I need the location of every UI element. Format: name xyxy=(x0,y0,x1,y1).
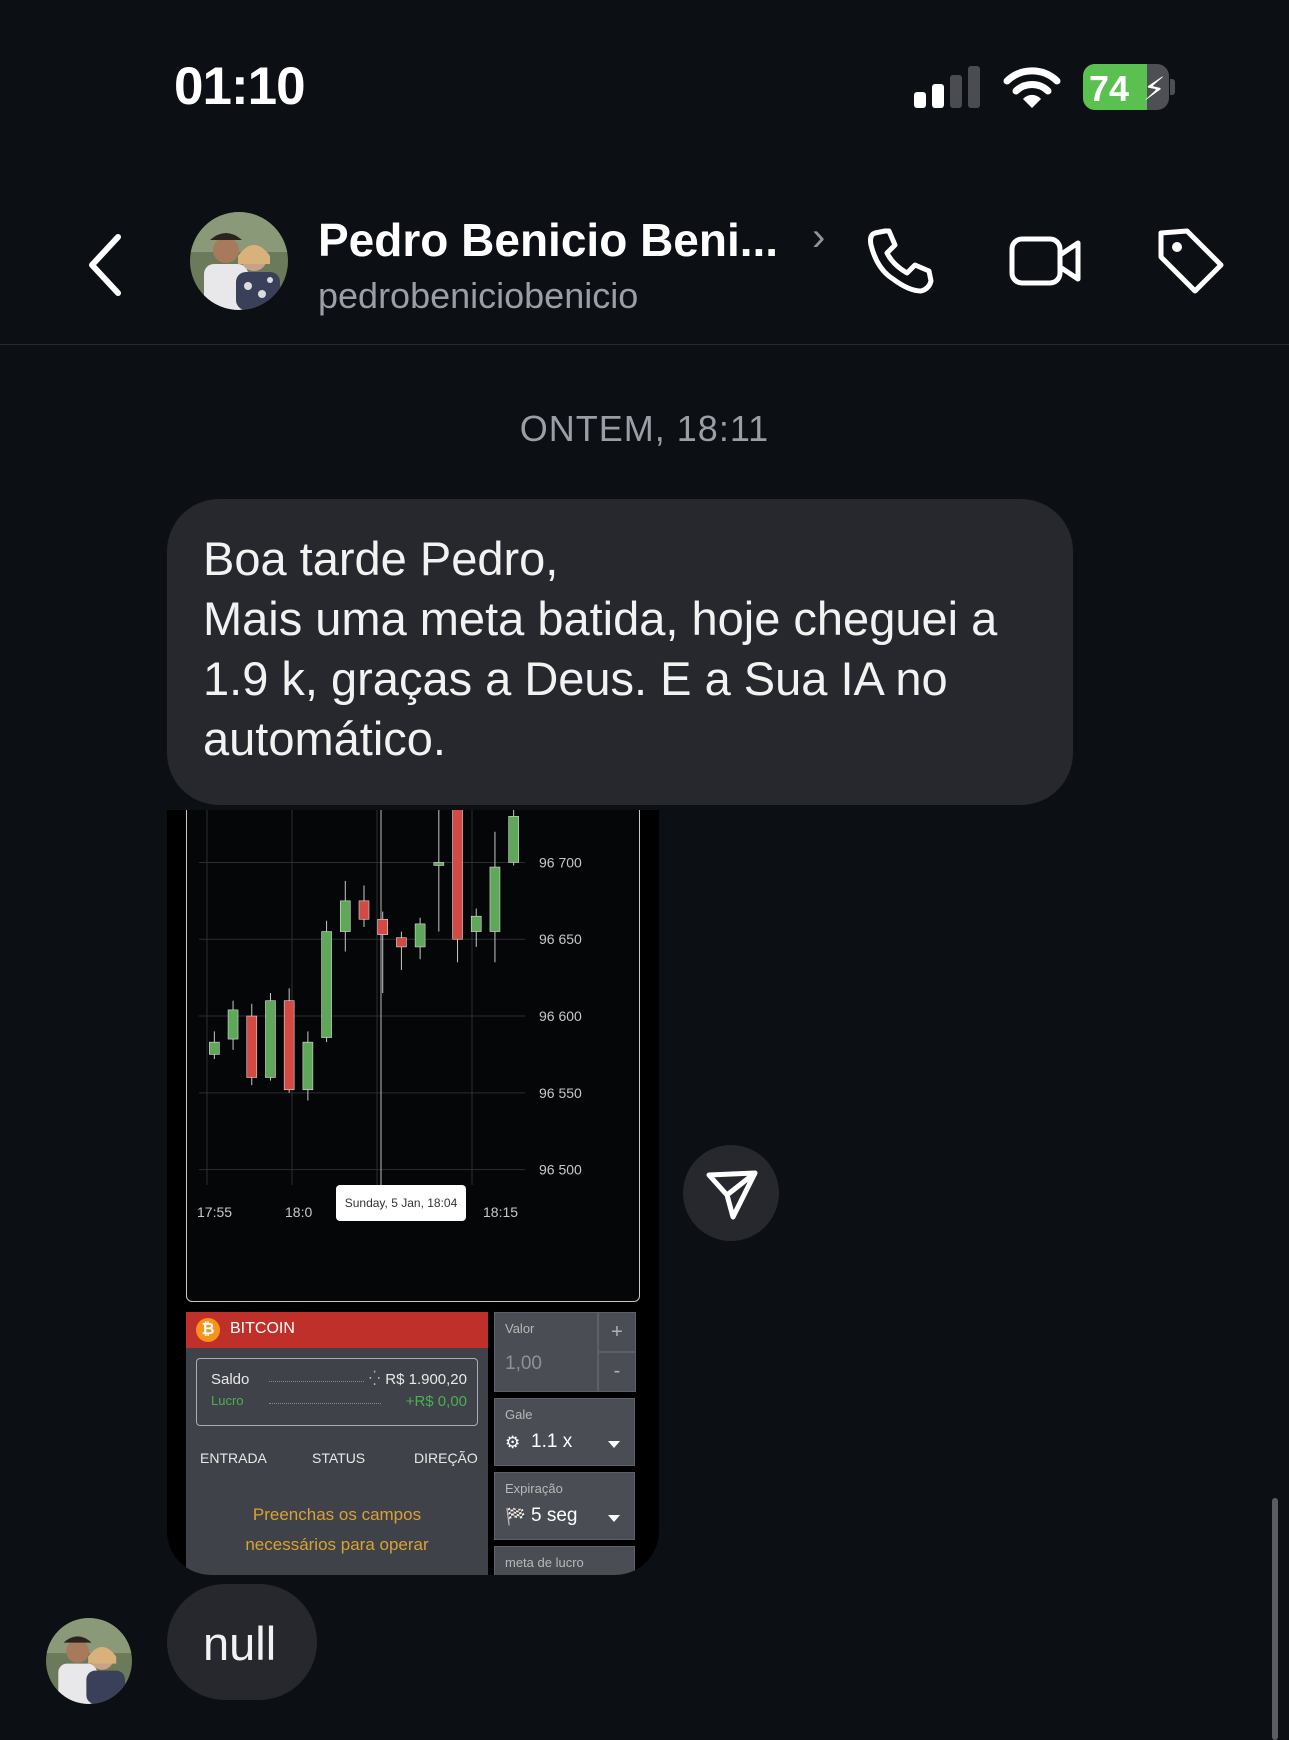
scrollbar[interactable] xyxy=(1272,1498,1278,1740)
asset-header: ₿ BITCOIN xyxy=(186,1312,488,1348)
back-icon[interactable] xyxy=(80,225,132,305)
candle-down xyxy=(358,900,370,920)
gale-select: Gale ⚙ 1.1 x xyxy=(494,1398,635,1466)
chevron-down-icon xyxy=(608,1515,620,1522)
candle-up xyxy=(339,900,351,932)
avatar[interactable] xyxy=(190,212,288,310)
saldo-label: Saldo xyxy=(211,1371,250,1388)
trade-panel: ₿ BITCOIN Saldo ⁛ R$ 1.900,20 Lucro +R$ … xyxy=(186,1312,488,1575)
tag-icon[interactable] xyxy=(1153,223,1229,299)
message-line: automático. xyxy=(203,712,446,765)
candle-down xyxy=(377,918,389,935)
wifi-icon xyxy=(1003,67,1061,108)
candlestick-chart: 96 700 96 650 96 600 96 550 96 500 17:55 18:0 1… xyxy=(186,810,640,1302)
meta-field: meta de lucro xyxy=(494,1546,635,1575)
candle-down xyxy=(452,810,463,940)
expiracao-select: Expiração 🏁 5 seg xyxy=(494,1472,635,1540)
y-tick-label: 96 600 xyxy=(539,1008,582,1024)
message-line: Boa tarde Pedro, xyxy=(203,532,559,585)
gale-icon: ⚙ xyxy=(505,1433,521,1452)
operation-notice: Preenchas os campos necessários para ope… xyxy=(186,1500,488,1560)
gale-label: Gale xyxy=(505,1407,533,1422)
candle-down xyxy=(283,1000,295,1091)
chart-tooltip: Sunday, 5 Jan, 18:04 xyxy=(336,1185,466,1221)
contact-name[interactable]: Pedro Benicio Beni... xyxy=(318,213,778,267)
y-tick-label: 96 550 xyxy=(539,1085,582,1101)
bitcoin-icon: ₿ xyxy=(196,1318,220,1342)
col-status: STATUS xyxy=(312,1450,366,1466)
candle-up xyxy=(302,1041,314,1091)
loading-icon: ⁛ xyxy=(369,1370,381,1386)
sender-avatar[interactable] xyxy=(46,1618,132,1704)
status-time: 01:10 xyxy=(174,57,306,116)
valor-field: Valor 1,00 xyxy=(494,1312,598,1392)
notice-line: Preenchas os campos xyxy=(252,1505,422,1524)
battery-level: 74 xyxy=(1089,68,1130,109)
candle-up xyxy=(470,915,482,932)
reply-bubble[interactable]: null xyxy=(167,1584,317,1700)
contact-username: pedrobeniciobenicio xyxy=(318,275,639,316)
balance-box: Saldo ⁛ R$ 1.900,20 Lucro +R$ 0,00 xyxy=(196,1358,478,1426)
candle-up xyxy=(414,923,426,948)
candle-up xyxy=(265,1000,276,1078)
expiracao-label: Expiração xyxy=(505,1481,563,1496)
message-timestamp: ONTEM, 18:11 xyxy=(519,408,770,449)
candle-up xyxy=(433,862,445,866)
col-entrada: ENTRADA xyxy=(200,1450,267,1466)
candle-down xyxy=(246,1015,258,1078)
send-icon xyxy=(706,1170,758,1220)
share-button[interactable] xyxy=(683,1145,779,1241)
gale-value: 1.1 x xyxy=(531,1431,573,1452)
dotted-leader xyxy=(269,1381,364,1382)
y-tick-label: 96 500 xyxy=(539,1162,582,1178)
y-tick-label: 96 700 xyxy=(539,854,582,870)
reply-text: null xyxy=(203,1617,277,1670)
dotted-leader xyxy=(269,1403,381,1404)
message-line: 1.9 k, graças a Deus. E a Sua IA no xyxy=(203,652,948,705)
checkered-flag-icon: 🏁 xyxy=(505,1507,527,1526)
expiracao-value: 5 seg xyxy=(531,1505,578,1526)
x-tick-label: 17:55 xyxy=(197,1204,232,1220)
valor-label: Valor xyxy=(505,1321,535,1336)
video-icon[interactable] xyxy=(1008,223,1084,299)
plus-button: + xyxy=(598,1312,636,1352)
chat-header: Pedro Benicio Beni... › pedrobeniciobeni… xyxy=(0,185,1289,345)
signal-icon xyxy=(914,66,982,108)
saldo-value: R$ 1.900,20 xyxy=(385,1371,467,1388)
meta-label: meta de lucro xyxy=(505,1555,584,1570)
message-line: Mais uma meta batida, hoje cheguei a xyxy=(203,592,998,645)
message-bubble[interactable]: Boa tarde Pedro, Mais uma meta batida, h… xyxy=(167,499,1073,805)
lucro-value: +R$ 0,00 xyxy=(405,1393,467,1410)
battery-charging-icon: 74 ⚡ xyxy=(1083,64,1175,110)
asset-name: BITCOIN xyxy=(230,1320,295,1337)
notice-line: necessários para operar xyxy=(245,1535,429,1554)
phone-icon[interactable] xyxy=(863,223,939,299)
candle-up xyxy=(508,816,519,863)
col-direcao: DIREÇÃO xyxy=(414,1450,478,1466)
y-tick-label: 96 650 xyxy=(539,931,582,947)
candle-up xyxy=(227,1009,239,1040)
candle-up xyxy=(489,866,501,932)
chevron-right-icon[interactable]: › xyxy=(812,215,825,260)
shared-screenshot[interactable]: 96 700 96 650 96 600 96 550 96 500 17:55 18:0 1… xyxy=(167,810,659,1575)
valor-placeholder: 1,00 xyxy=(505,1353,542,1374)
x-tick-label: 18:15 xyxy=(483,1204,518,1220)
chevron-down-icon xyxy=(608,1441,620,1448)
lucro-label: Lucro xyxy=(211,1393,244,1408)
candle-up xyxy=(209,1041,220,1055)
chart-canvas: 96 700 96 650 96 600 96 550 96 500 17:55 18:0 1… xyxy=(197,810,582,1220)
candle-up xyxy=(321,931,332,1038)
x-tick-label: 18:0 xyxy=(285,1204,312,1220)
minus-button: - xyxy=(598,1352,636,1392)
candle-down xyxy=(396,937,407,948)
